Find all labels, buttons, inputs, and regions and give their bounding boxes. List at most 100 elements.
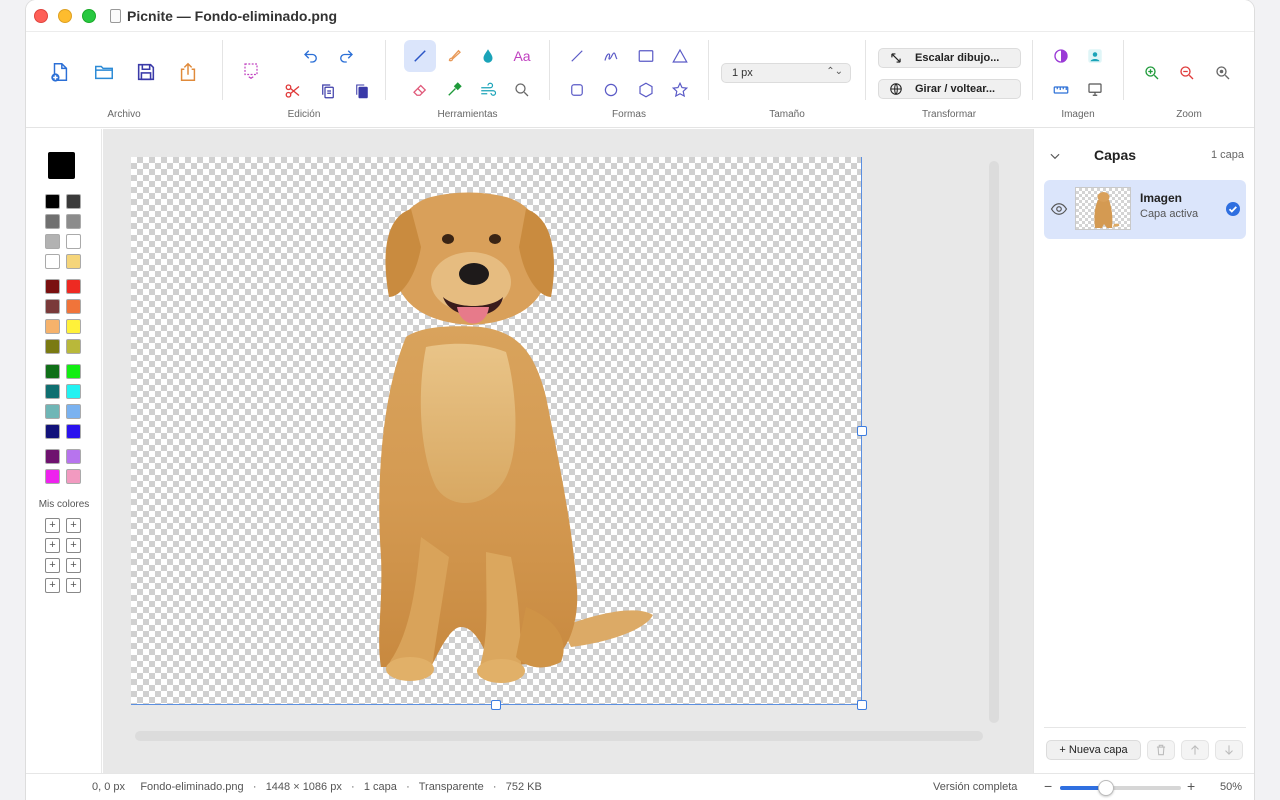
select-button[interactable] <box>235 54 267 86</box>
active-check-icon <box>1226 202 1240 216</box>
resize-handle-bottom[interactable] <box>491 700 501 710</box>
color-swatch[interactable] <box>66 384 81 399</box>
resize-handle-right[interactable] <box>857 426 867 436</box>
add-custom-color-button[interactable]: + <box>66 518 81 533</box>
color-swatch[interactable] <box>45 254 60 269</box>
zoom-slider[interactable] <box>1060 780 1181 796</box>
add-custom-color-button[interactable]: + <box>45 518 60 533</box>
rotate-flip-button[interactable]: Girar / voltear... <box>878 79 1021 99</box>
delete-layer-button[interactable] <box>1147 740 1175 760</box>
line-shape-button[interactable] <box>561 40 593 72</box>
zoom-window-button[interactable] <box>82 9 96 23</box>
color-panel: Mis colores + + + + + + + + <box>26 129 102 773</box>
color-swatch[interactable] <box>45 339 60 354</box>
undo-button[interactable] <box>295 40 327 72</box>
color-swatch[interactable] <box>66 424 81 439</box>
color-swatch[interactable] <box>66 299 81 314</box>
zoom-plus-button[interactable]: + <box>1187 778 1195 794</box>
color-swatch[interactable] <box>66 404 81 419</box>
color-swatch[interactable] <box>45 449 60 464</box>
color-swatch[interactable] <box>66 339 81 354</box>
color-swatch[interactable] <box>45 279 60 294</box>
triangle-shape-button[interactable] <box>664 40 696 72</box>
add-custom-color-button[interactable]: + <box>66 538 81 553</box>
color-swatch[interactable] <box>66 214 81 229</box>
add-custom-color-button[interactable]: + <box>66 578 81 593</box>
brush-size-select[interactable]: 1 px ⌃⌄ <box>721 63 851 83</box>
add-custom-color-button[interactable]: + <box>66 558 81 573</box>
layer-item[interactable]: Imagen Capa activa <box>1044 180 1246 239</box>
drawing-canvas[interactable] <box>131 157 862 705</box>
ruler-button[interactable] <box>1045 74 1077 106</box>
color-swatch[interactable] <box>66 234 81 249</box>
curve-shape-button[interactable] <box>595 40 627 72</box>
eye-icon[interactable] <box>1050 202 1068 216</box>
layer-subtitle: Capa activa <box>1140 208 1199 220</box>
ellipse-shape-button[interactable] <box>595 74 627 106</box>
zoom-in-button[interactable] <box>1136 57 1168 89</box>
share-button[interactable] <box>172 56 204 88</box>
zoom-out-button[interactable] <box>1171 57 1203 89</box>
redo-button[interactable] <box>330 40 362 72</box>
color-swatch[interactable] <box>45 234 60 249</box>
smudge-tool-button[interactable] <box>472 74 504 106</box>
color-swatch[interactable] <box>45 384 60 399</box>
zoom-minus-button[interactable]: − <box>1044 778 1052 794</box>
text-tool-button[interactable]: Aa <box>506 40 538 72</box>
vertical-scrollbar[interactable] <box>989 161 999 723</box>
cut-button[interactable] <box>277 75 309 107</box>
color-swatch[interactable] <box>45 214 60 229</box>
add-custom-color-button[interactable]: + <box>45 558 60 573</box>
minimize-window-button[interactable] <box>58 9 72 23</box>
color-swatch[interactable] <box>45 194 60 209</box>
zoom-fit-button[interactable] <box>1207 57 1239 89</box>
save-button[interactable] <box>130 56 162 88</box>
color-swatch[interactable] <box>66 319 81 334</box>
brush-tool-button[interactable] <box>438 40 470 72</box>
eyedropper-tool-button[interactable] <box>438 74 470 106</box>
color-swatch[interactable] <box>66 279 81 294</box>
horizontal-scrollbar[interactable] <box>135 731 983 741</box>
copy-button[interactable] <box>312 75 344 107</box>
app-window: Picnite — Fondo-eliminado.png Archivo Ed… <box>26 0 1254 800</box>
close-window-button[interactable] <box>34 9 48 23</box>
adjust-colors-button[interactable] <box>1045 40 1077 72</box>
eraser-tool-button[interactable] <box>404 74 436 106</box>
paste-button[interactable] <box>346 75 378 107</box>
color-swatch[interactable] <box>66 254 81 269</box>
scale-drawing-button[interactable]: Escalar dibujo... <box>878 48 1021 68</box>
canvas-size-button[interactable] <box>1079 74 1111 106</box>
hexagon-shape-button[interactable] <box>630 74 662 106</box>
color-swatch[interactable] <box>66 194 81 209</box>
star-shape-button[interactable] <box>664 74 696 106</box>
zoom-out-icon <box>1180 66 1194 80</box>
new-file-button[interactable] <box>44 56 76 88</box>
rectangle-shape-button[interactable] <box>630 40 662 72</box>
color-swatch[interactable] <box>45 424 60 439</box>
add-custom-color-button[interactable]: + <box>45 538 60 553</box>
color-swatch[interactable] <box>66 364 81 379</box>
new-layer-button[interactable]: + Nueva capa <box>1046 740 1141 760</box>
color-swatch[interactable] <box>45 319 60 334</box>
fill-tool-button[interactable] <box>472 40 504 72</box>
rounded-rect-shape-button[interactable] <box>561 74 593 106</box>
color-swatch[interactable] <box>45 299 60 314</box>
move-layer-up-button[interactable] <box>1181 740 1209 760</box>
remove-background-button[interactable] <box>1079 40 1111 72</box>
resize-handle-corner[interactable] <box>857 700 867 710</box>
zoom-fit-icon <box>1216 66 1230 80</box>
color-swatch[interactable] <box>45 404 60 419</box>
layers-count: 1 capa <box>1210 149 1244 161</box>
zoom-slider-knob[interactable] <box>1097 780 1114 796</box>
add-custom-color-button[interactable]: + <box>45 578 60 593</box>
magnifier-tool-button[interactable] <box>506 74 538 106</box>
color-swatch[interactable] <box>45 469 60 484</box>
current-color-swatch[interactable] <box>48 152 75 179</box>
color-swatch[interactable] <box>66 469 81 484</box>
pencil-tool-button[interactable] <box>404 40 436 72</box>
open-file-button[interactable] <box>88 56 120 88</box>
move-layer-down-button[interactable] <box>1215 740 1243 760</box>
chevron-down-icon[interactable] <box>1048 149 1062 163</box>
color-swatch[interactable] <box>66 449 81 464</box>
color-swatch[interactable] <box>45 364 60 379</box>
